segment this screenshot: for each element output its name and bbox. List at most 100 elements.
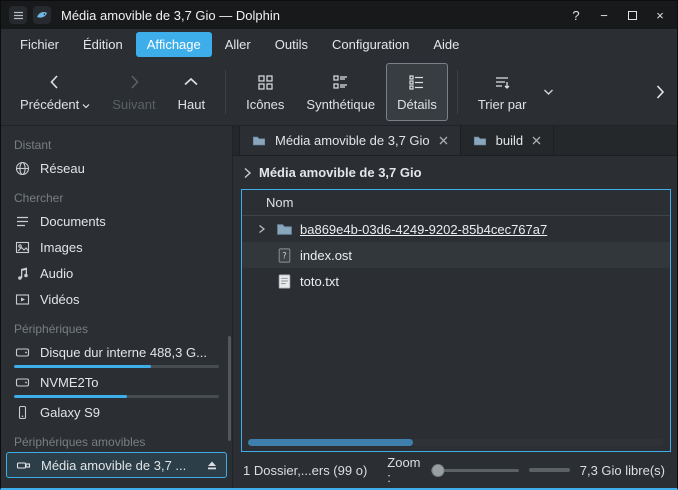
tab-bar: Média amovible de 3,7 Gio build [233, 126, 677, 156]
menu-fichier[interactable]: Fichier [9, 32, 70, 57]
chevron-left-icon [47, 72, 63, 92]
file-row-folder[interactable]: ba869e4b-03d6-4249-9202-85b4cec767a7 [242, 216, 670, 242]
file-row-toto-txt[interactable]: toto.txt [242, 268, 670, 294]
disk-usage-bar [14, 395, 219, 398]
sidebar-item-label: Média amovible de 3,7 ... [41, 458, 186, 473]
horizontal-scrollbar-handle[interactable] [248, 439, 413, 446]
hamburger-menu-icon[interactable] [9, 6, 27, 24]
breadcrumb-location[interactable]: Média amovible de 3,7 Gio [259, 165, 422, 180]
svg-text:?: ? [282, 251, 287, 261]
forward-button[interactable]: Suivant [101, 63, 166, 121]
menu-configuration[interactable]: Configuration [321, 32, 420, 57]
sidebar-item-label: NVME2To [40, 375, 99, 390]
tab-label: Média amovible de 3,7 Gio [275, 133, 430, 148]
details-view-icon [408, 72, 425, 92]
tab-build[interactable]: build [461, 126, 554, 155]
tab-close-icon[interactable] [437, 134, 450, 147]
folder-icon [250, 134, 268, 148]
document-lines-icon [14, 214, 31, 229]
breadcrumb: Média amovible de 3,7 Gio [233, 156, 677, 189]
maximize-button[interactable] [623, 6, 641, 24]
window-controls: ? − × [567, 6, 669, 24]
menu-affichage[interactable]: Affichage [136, 32, 212, 57]
disk-usage-fill [14, 395, 127, 398]
help-button[interactable]: ? [567, 6, 585, 24]
compact-view-label: Synthétique [306, 97, 375, 112]
sort-icon [494, 72, 511, 92]
toolbar-separator [225, 70, 226, 114]
items-summary: 1 Dossier,...ers (99 o) [243, 463, 367, 478]
network-icon [14, 161, 31, 176]
tab-label: build [496, 133, 523, 148]
sidebar-item-audio[interactable]: Audio [1, 260, 232, 286]
sort-by-label: Trier par [478, 97, 527, 112]
icons-view-button[interactable]: Icônes [235, 63, 295, 121]
details-view-button[interactable]: Détails [386, 63, 448, 121]
sidebar-item-documents[interactable]: Documents [1, 208, 232, 234]
grid-view-icon [257, 72, 274, 92]
sidebar-item-images[interactable]: Images [1, 234, 232, 260]
up-label: Haut [178, 97, 205, 112]
toolbar-overflow-chevron-icon[interactable] [655, 84, 669, 100]
back-button[interactable]: Précédent [9, 63, 101, 121]
chevron-right-icon[interactable] [243, 167, 252, 179]
sidebar-item-label: Galaxy S9 [40, 405, 100, 420]
chevron-right-icon [126, 72, 142, 92]
disk-usage-bar [14, 365, 219, 368]
disk-usage-fill [14, 365, 151, 368]
usb-drive-icon [15, 458, 32, 473]
sort-by-button[interactable]: Trier par [467, 63, 538, 121]
file-list: ba869e4b-03d6-4249-9202-85b4cec767a7 ? i… [242, 216, 670, 451]
sidebar-item-disque-dur-interne[interactable]: Disque dur interne 488,3 G... [1, 339, 232, 369]
sidebar-item-label: Vidéos [40, 292, 80, 307]
free-space-label: 7,3 Gio libre(s) [580, 463, 665, 478]
menu-aller[interactable]: Aller [214, 32, 262, 57]
tab-media-amovible[interactable]: Média amovible de 3,7 Gio [239, 126, 461, 155]
file-name: ba869e4b-03d6-4249-9202-85b4cec767a7 [300, 222, 547, 237]
forward-label: Suivant [112, 97, 155, 112]
sidebar-item-label: Images [40, 240, 83, 255]
eject-icon[interactable] [206, 459, 218, 471]
zoom-slider-handle[interactable] [431, 464, 444, 477]
menubar: Fichier Édition Affichage Aller Outils C… [1, 29, 677, 59]
section-header-peripheriques: Périphériques [1, 318, 232, 339]
sidebar-item-label: Disque dur interne 488,3 G... [40, 345, 207, 360]
harddrive-icon [14, 345, 31, 360]
folder-icon [275, 221, 293, 238]
sidebar-item-galaxy-s9[interactable]: Galaxy S9 [1, 399, 232, 425]
status-bar: 1 Dossier,...ers (99 o) Zoom : 7,3 Gio l… [233, 452, 677, 488]
sidebar-item-label: Audio [40, 266, 73, 281]
minimize-button[interactable]: − [595, 6, 613, 24]
sidebar-item-label: Réseau [40, 161, 85, 176]
column-header-nom[interactable]: Nom [242, 190, 670, 216]
sidebar-scrollbar[interactable] [228, 336, 231, 441]
section-header-peripheriques-amovibles: Périphériques amovibles [1, 431, 232, 452]
toolbar: Précédent Suivant Haut Icônes [1, 59, 677, 126]
tab-close-icon[interactable] [530, 134, 543, 147]
file-row-index-ost[interactable]: ? index.ost [242, 242, 670, 268]
file-name: index.ost [300, 248, 352, 263]
menu-outils[interactable]: Outils [264, 32, 319, 57]
sort-by-dropdown-chevron-icon[interactable] [543, 88, 554, 96]
sidebar-item-media-amovible[interactable]: Média amovible de 3,7 ... [6, 452, 227, 478]
menu-edition[interactable]: Édition [72, 32, 134, 57]
expander-chevron-icon[interactable] [254, 224, 268, 234]
icons-view-label: Icônes [246, 97, 284, 112]
text-file-icon [275, 273, 293, 290]
chevron-down-icon [82, 103, 90, 109]
toolbar-separator [457, 70, 458, 114]
zoom-slider[interactable] [431, 463, 519, 477]
close-button[interactable]: × [651, 6, 669, 24]
titlebar: Média amovible de 3,7 Gio — Dolphin ? − … [1, 1, 677, 29]
sidebar-item-label: Documents [40, 214, 106, 229]
up-button[interactable]: Haut [167, 63, 216, 121]
dolphin-window: Média amovible de 3,7 Gio — Dolphin ? − … [0, 0, 678, 490]
sidebar-item-reseau[interactable]: Réseau [1, 155, 232, 181]
sidebar-item-videos[interactable]: Vidéos [1, 286, 232, 312]
places-panel: Distant Réseau Chercher Documents Images [1, 126, 233, 488]
main-area: Média amovible de 3,7 Gio build [233, 126, 677, 488]
menu-aide[interactable]: Aide [422, 32, 470, 57]
compact-view-button[interactable]: Synthétique [295, 63, 386, 121]
phone-icon [14, 405, 31, 420]
sidebar-item-nvme2to[interactable]: NVME2To [1, 369, 232, 399]
